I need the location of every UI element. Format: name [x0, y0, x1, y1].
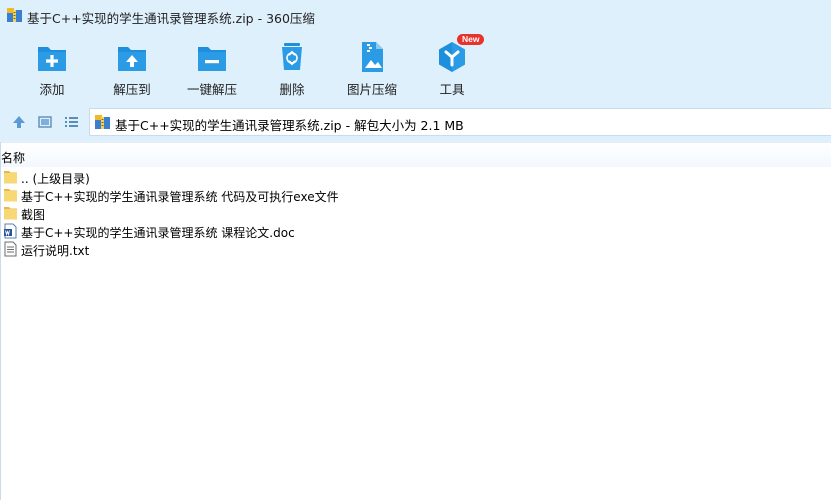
file-rows: .. (上级目录) 基于C++实现的学生通讯录管理系统 代码及可执行exe文件 … [0, 168, 831, 258]
zip-archive-icon [95, 115, 110, 129]
list-item[interactable]: .. (上级目录) [0, 168, 831, 186]
column-name-label: 名称 [1, 151, 26, 165]
delete-label: 删除 [279, 82, 305, 97]
add-label: 添加 [39, 82, 65, 97]
list-left-border [0, 142, 1, 500]
delete-button[interactable]: 删除 [254, 38, 330, 98]
folder-icon [4, 189, 17, 202]
word-doc-icon [4, 223, 17, 239]
column-header-name[interactable]: 名称 [0, 142, 831, 167]
up-arrow-icon[interactable] [10, 113, 28, 131]
address-row: 基于C++实现的学生通讯录管理系统.zip - 解包大小为 2.1 MB [0, 102, 831, 142]
window: 基于C++实现的学生通讯录管理系统.zip - 360压缩 添加 解压到 一键解… [0, 0, 831, 500]
one-click-extract-button[interactable]: 一键解压 [174, 38, 250, 98]
recycle-bin-icon [282, 43, 302, 70]
add-folder-icon [38, 47, 66, 71]
list-item-name: 基于C++实现的学生通讯录管理系统 课程论文.doc [21, 226, 295, 240]
extract-to-label: 解压到 [113, 82, 151, 97]
image-compress-label: 图片压缩 [346, 82, 397, 97]
window-title: 基于C++实现的学生通讯录管理系统.zip - 360压缩 [27, 11, 315, 26]
toolbar: 添加 解压到 一键解压 删除 图片压缩 New 工具 [0, 32, 831, 102]
new-badge: New [457, 34, 485, 45]
list-item[interactable]: 基于C++实现的学生通讯录管理系统 代码及可执行exe文件 [0, 186, 831, 204]
list-item-name: 基于C++实现的学生通讯录管理系统 代码及可执行exe文件 [21, 190, 339, 204]
list-item-name: .. (上级目录) [21, 172, 90, 186]
image-compress-button[interactable]: 图片压缩 [334, 38, 410, 98]
one-click-extract-label: 一键解压 [186, 82, 237, 97]
address-path: 基于C++实现的学生通讯录管理系统.zip - 解包大小为 2.1 MB [115, 118, 464, 133]
list-item[interactable]: 基于C++实现的学生通讯录管理系统 课程论文.doc [0, 222, 831, 240]
title-bar: 基于C++实现的学生通讯录管理系统.zip - 360压缩 [0, 0, 831, 32]
view-list-icon[interactable] [62, 113, 80, 131]
list-item-name: 运行说明.txt [21, 244, 90, 258]
list-item[interactable]: 运行说明.txt [0, 240, 831, 258]
tools-label: 工具 [439, 82, 465, 97]
one-click-extract-icon [198, 47, 226, 71]
text-file-icon [4, 241, 17, 257]
extract-to-folder-icon [118, 47, 146, 71]
view-thumbnail-icon[interactable] [36, 113, 54, 131]
address-bar[interactable]: 基于C++实现的学生通讯录管理系统.zip - 解包大小为 2.1 MB [89, 108, 831, 136]
folder-icon [4, 207, 17, 220]
extract-to-button[interactable]: 解压到 [94, 38, 170, 98]
archive-app-icon [7, 8, 22, 22]
add-button[interactable]: 添加 [14, 38, 90, 98]
list-item-name: 截图 [21, 208, 46, 222]
image-compress-icon [362, 42, 383, 72]
list-item[interactable]: 截图 [0, 204, 831, 222]
folder-icon [4, 171, 17, 184]
file-list: 名称 .. (上级目录) 基于C++实现的学生通讯录管理系统 代码及可执行exe… [0, 142, 831, 500]
tools-hexagon-icon [439, 42, 465, 72]
tools-button[interactable]: New 工具 [414, 34, 490, 98]
